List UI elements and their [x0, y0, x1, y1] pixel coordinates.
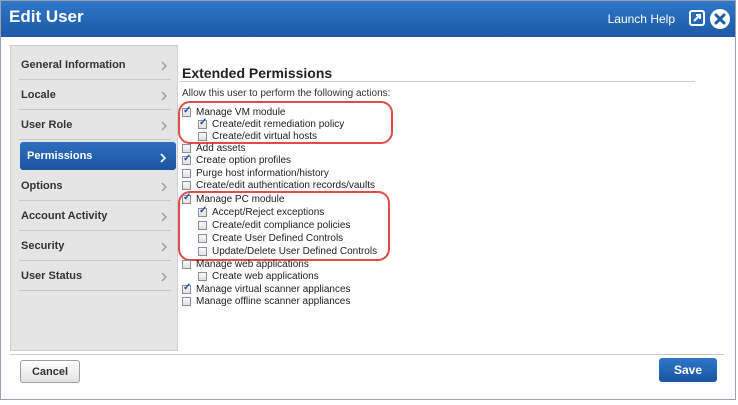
divider	[179, 81, 695, 82]
checkbox[interactable]	[198, 247, 207, 256]
permission-label: Manage virtual scanner appliances	[196, 284, 351, 295]
sidebar-item-permissions[interactable]: Permissions	[20, 142, 176, 170]
sidebar-item-security[interactable]: Security	[11, 231, 177, 261]
close-icon[interactable]	[710, 9, 730, 29]
checkbox[interactable]	[182, 153, 191, 165]
sidebar-item-label: Options	[21, 180, 63, 192]
dialog-title: Edit User	[9, 7, 84, 26]
checkbox[interactable]	[182, 297, 191, 306]
sidebar-item-label: Account Activity	[21, 210, 108, 222]
checkbox[interactable]	[198, 234, 207, 243]
sidebar: General Information Locale User Role Per…	[10, 45, 178, 351]
permission-label: Manage offline scanner appliances	[196, 296, 351, 307]
chevron-right-icon	[161, 209, 167, 227]
checkbox[interactable]	[182, 282, 191, 294]
permission-label: Manage web applications	[196, 259, 309, 270]
permission-label: Create/edit compliance policies	[212, 220, 351, 231]
sidebar-item-label: General Information	[21, 59, 126, 71]
sidebar-item-general-information[interactable]: General Information	[11, 50, 177, 80]
checkbox[interactable]	[198, 205, 207, 217]
permissions-panel: Extended Permissions Allow this user to …	[178, 45, 724, 349]
sidebar-item-user-status[interactable]: User Status	[11, 261, 177, 291]
sidebar-item-user-role[interactable]: User Role	[11, 110, 177, 140]
permission-label: Manage VM module	[196, 107, 286, 118]
section-title: Extended Permissions	[182, 65, 333, 81]
launch-help-link[interactable]: Launch Help	[608, 12, 675, 26]
sidebar-item-options[interactable]: Options	[11, 171, 177, 201]
sidebar-item-label: Locale	[21, 89, 56, 101]
chevron-right-icon	[161, 239, 167, 257]
permission-label: Add assets	[196, 143, 246, 154]
checkbox[interactable]	[182, 192, 191, 204]
chevron-right-icon	[161, 88, 167, 106]
popout-icon[interactable]	[689, 10, 705, 26]
intro-text: Allow this user to perform the following…	[182, 88, 391, 99]
sidebar-item-label: User Role	[21, 119, 73, 131]
save-button[interactable]: Save	[659, 358, 717, 382]
chevron-right-icon	[160, 150, 167, 168]
checkbox[interactable]	[182, 169, 191, 178]
chevron-right-icon	[161, 118, 167, 136]
checkbox[interactable]	[198, 272, 207, 281]
checkbox[interactable]	[198, 221, 207, 230]
chevron-right-icon	[161, 179, 167, 197]
permission-label: Create/edit authentication records/vault…	[196, 180, 375, 191]
sidebar-item-label: Permissions	[27, 150, 93, 162]
checkbox[interactable]	[182, 260, 191, 269]
edit-user-dialog: Edit User Launch Help General Informatio…	[0, 0, 736, 400]
permission-label: Update/Delete User Defined Controls	[212, 246, 378, 257]
permission-label: Create User Defined Controls	[212, 233, 344, 244]
permission-label: Accept/Reject exceptions	[212, 207, 325, 218]
permission-label: Create/edit remediation policy	[212, 119, 345, 130]
checkbox[interactable]	[182, 105, 191, 117]
checkbox[interactable]	[198, 132, 207, 141]
checkbox[interactable]	[182, 181, 191, 190]
checkbox[interactable]	[182, 144, 191, 153]
permission-label: Purge host information/history	[196, 168, 329, 179]
permission-label: Create web applications	[212, 271, 319, 282]
checkbox[interactable]	[198, 117, 207, 129]
permission-label: Create/edit virtual hosts	[212, 131, 318, 142]
sidebar-item-label: Security	[21, 240, 65, 252]
title-bar: Edit User Launch Help	[1, 1, 735, 37]
footer-divider	[10, 354, 724, 355]
permission-label: Manage PC module	[196, 194, 285, 205]
sidebar-item-locale[interactable]: Locale	[11, 80, 177, 110]
sidebar-item-label: User Status	[21, 270, 83, 282]
permission-label: Create option profiles	[196, 155, 292, 166]
chevron-right-icon	[161, 269, 167, 287]
chevron-right-icon	[161, 58, 167, 76]
cancel-button[interactable]: Cancel	[20, 360, 80, 383]
sidebar-item-account-activity[interactable]: Account Activity	[11, 201, 177, 231]
